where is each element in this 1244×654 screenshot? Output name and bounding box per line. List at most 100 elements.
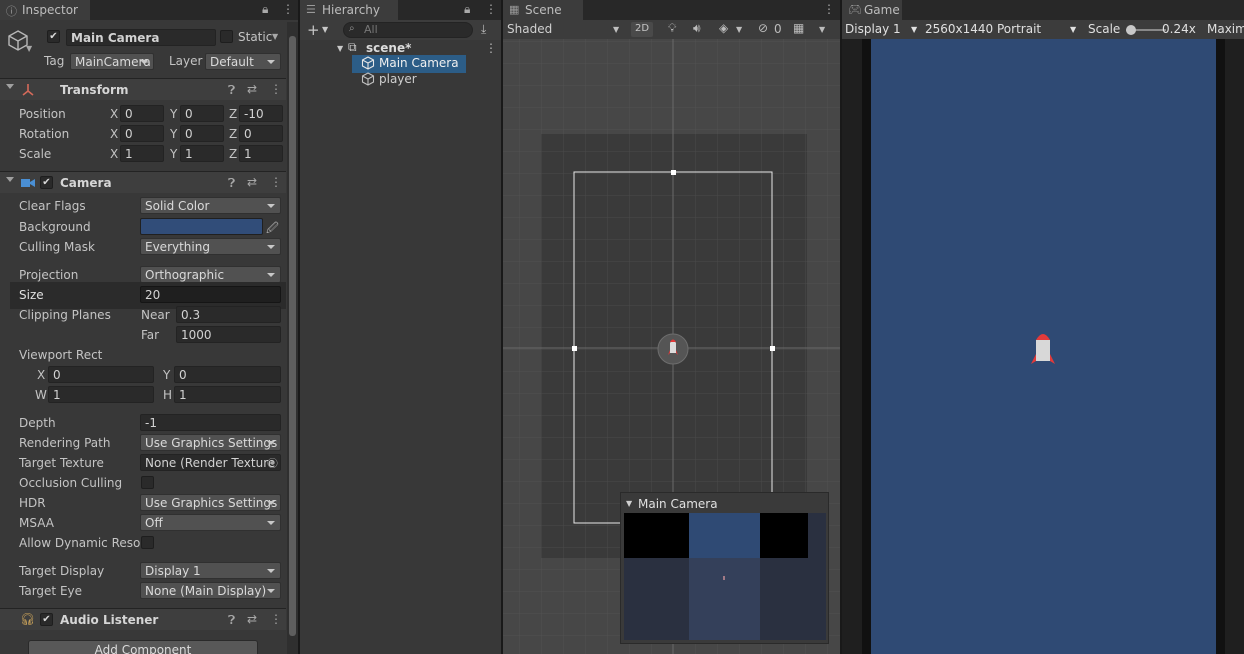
camera-enabled-checkbox[interactable]: ✔ <box>40 176 53 189</box>
tag-dropdown[interactable]: MainCamera <box>70 53 154 70</box>
tab-game[interactable]: 🎮︎ Game <box>842 0 902 20</box>
audio-listener-header[interactable]: 🎧︎ ✔ Audio Listener ❓︎ ⇄ ⋮ <box>0 608 286 630</box>
transform-y-field[interactable]: 0 <box>180 125 224 142</box>
camera-preview-window[interactable]: ▼ Main Camera <box>620 492 829 644</box>
camera-header[interactable]: ✔ Camera ❓︎ ⇄ ⋮ <box>0 171 286 193</box>
scrollbar-thumb[interactable] <box>289 36 296 636</box>
help-icon[interactable]: ❓︎ <box>228 613 235 628</box>
occlusion-culling-checkbox[interactable] <box>141 476 154 489</box>
layer-dropdown[interactable]: Default <box>205 53 281 70</box>
transform-x-field[interactable]: 1 <box>120 145 164 162</box>
foldout-arrow-icon[interactable] <box>6 177 14 182</box>
near-label: Near <box>141 308 170 322</box>
chevron-down-icon[interactable]: ▼ <box>272 32 278 41</box>
transform-z-field[interactable]: 1 <box>239 145 283 162</box>
help-icon[interactable]: ❓︎ <box>228 83 235 98</box>
audio-icon[interactable]: 🔊︎ <box>693 21 701 36</box>
hdr-dropdown[interactable]: Use Graphics Settings <box>140 494 281 511</box>
far-field[interactable]: 1000 <box>176 326 281 343</box>
lighting-icon[interactable]: 💡︎ <box>668 21 676 36</box>
preset-icon[interactable]: ⇄ <box>247 175 257 189</box>
transform-header[interactable]: Transform ❓︎ ⇄ ⋮ <box>0 78 286 100</box>
transform-row-label: Rotation <box>19 127 70 141</box>
more-menu-icon[interactable]: ⋮ <box>823 2 835 16</box>
audio-listener-checkbox[interactable]: ✔ <box>40 613 53 626</box>
add-icon[interactable]: + <box>307 21 320 39</box>
preset-icon[interactable]: ⇄ <box>247 82 257 96</box>
scale-slider-thumb[interactable] <box>1126 25 1136 35</box>
rendering-path-dropdown[interactable]: Use Graphics Settings <box>140 434 281 451</box>
toggle-2d-button[interactable]: 2D <box>631 22 653 37</box>
static-label[interactable]: Static <box>238 30 272 44</box>
chevron-down-icon[interactable]: ▼ <box>819 25 825 34</box>
chevron-down-icon[interactable]: ▼ <box>736 25 742 34</box>
clear-flags-dropdown[interactable]: Solid Color <box>140 197 281 214</box>
transform-z-field[interactable]: -10 <box>239 105 283 122</box>
static-checkbox[interactable] <box>220 30 233 43</box>
inspector-scrollbar[interactable] <box>287 22 298 654</box>
projection-dropdown[interactable]: Orthographic <box>140 266 281 283</box>
foldout-arrow-icon[interactable] <box>6 84 14 89</box>
frustum-handle-right[interactable] <box>770 346 775 351</box>
chevron-down-icon[interactable]: ▼ <box>322 25 328 34</box>
hierarchy-search-field[interactable]: ⌕ All <box>343 22 473 38</box>
scene-menu-icon[interactable]: ⋮ <box>485 41 497 55</box>
component-menu-icon[interactable]: ⋮ <box>270 82 282 96</box>
tab-scene-label: Scene <box>525 3 562 17</box>
hierarchy-item-label[interactable]: player <box>379 72 417 86</box>
preset-icon[interactable]: ⇄ <box>247 612 257 626</box>
component-menu-icon[interactable]: ⋮ <box>270 175 282 189</box>
vp-y-field[interactable]: 0 <box>174 366 281 383</box>
size-field[interactable]: 20 <box>140 286 281 303</box>
hierarchy-item-label[interactable]: Main Camera <box>379 56 459 70</box>
search-placeholder: All <box>364 23 378 36</box>
effects-icon[interactable]: ◈ <box>719 21 728 35</box>
target-eye-dropdown[interactable]: None (Main Display) <box>140 582 281 599</box>
lock-icon[interactable]: 🔒︎ <box>262 2 268 17</box>
object-picker-icon[interactable]: ⦿ <box>267 455 278 471</box>
transform-x-field[interactable]: 0 <box>120 125 164 142</box>
shading-mode-dropdown[interactable]: Shaded ▼ <box>505 21 623 38</box>
vp-h-field[interactable]: 1 <box>174 386 281 403</box>
depth-field[interactable]: -1 <box>140 414 281 431</box>
transform-z-field[interactable]: 0 <box>239 125 283 142</box>
frustum-handle-top[interactable] <box>671 170 676 175</box>
culling-mask-dropdown[interactable]: Everything <box>140 238 281 255</box>
chevron-down-icon[interactable]: ▼ <box>26 44 32 53</box>
resolution-dropdown[interactable]: 2560x1440 Portrait ▼ <box>922 21 1080 38</box>
active-checkbox[interactable]: ✔ <box>47 30 60 43</box>
vp-x-field[interactable]: 0 <box>48 366 154 383</box>
add-component-button[interactable]: Add Component <box>28 640 258 654</box>
transform-y-field[interactable]: 0 <box>180 105 224 122</box>
scale-slider[interactable] <box>1126 25 1166 35</box>
msaa-dropdown[interactable]: Off <box>140 514 281 531</box>
tab-hierarchy[interactable]: ☰ Hierarchy <box>300 0 398 20</box>
dynamic-resolution-checkbox[interactable] <box>141 536 154 549</box>
tab-inspector[interactable]: ⓘ Inspector <box>0 0 90 20</box>
more-menu-icon[interactable]: ⋮ <box>485 2 497 16</box>
display-dropdown[interactable]: Display 1 ▼ <box>845 21 921 38</box>
vp-w-field[interactable]: 1 <box>48 386 154 403</box>
sort-icon[interactable]: ⤓ <box>481 22 486 37</box>
component-menu-icon[interactable]: ⋮ <box>270 612 282 626</box>
maximize-toggle[interactable]: Maxim <box>1207 22 1244 36</box>
target-display-dropdown[interactable]: Display 1 <box>140 562 281 579</box>
hidden-objects-icon[interactable]: ⊘ <box>758 21 768 35</box>
help-icon[interactable]: ❓︎ <box>228 176 235 191</box>
lock-icon[interactable]: 🔒︎ <box>464 2 470 17</box>
scene-name[interactable]: scene* <box>366 41 411 55</box>
transform-row-label: Position <box>19 107 66 121</box>
tab-scene[interactable]: ▦ Scene <box>503 0 583 20</box>
eyedropper-icon[interactable]: 🖉︎ <box>266 219 279 240</box>
background-color-swatch[interactable] <box>140 218 263 235</box>
scene-fold-icon[interactable]: ▼ <box>337 44 343 53</box>
preview-fold-icon[interactable]: ▼ <box>626 499 632 508</box>
transform-x-field[interactable]: 0 <box>120 105 164 122</box>
near-field[interactable]: 0.3 <box>176 306 281 323</box>
target-texture-field[interactable]: None (Render Texture <box>140 454 281 471</box>
frustum-handle-left[interactable] <box>572 346 577 351</box>
more-menu-icon[interactable]: ⋮ <box>282 2 294 16</box>
object-name-field[interactable]: Main Camera <box>66 29 216 46</box>
grid-toggle-icon[interactable]: ▦ <box>793 21 804 35</box>
transform-y-field[interactable]: 1 <box>180 145 224 162</box>
